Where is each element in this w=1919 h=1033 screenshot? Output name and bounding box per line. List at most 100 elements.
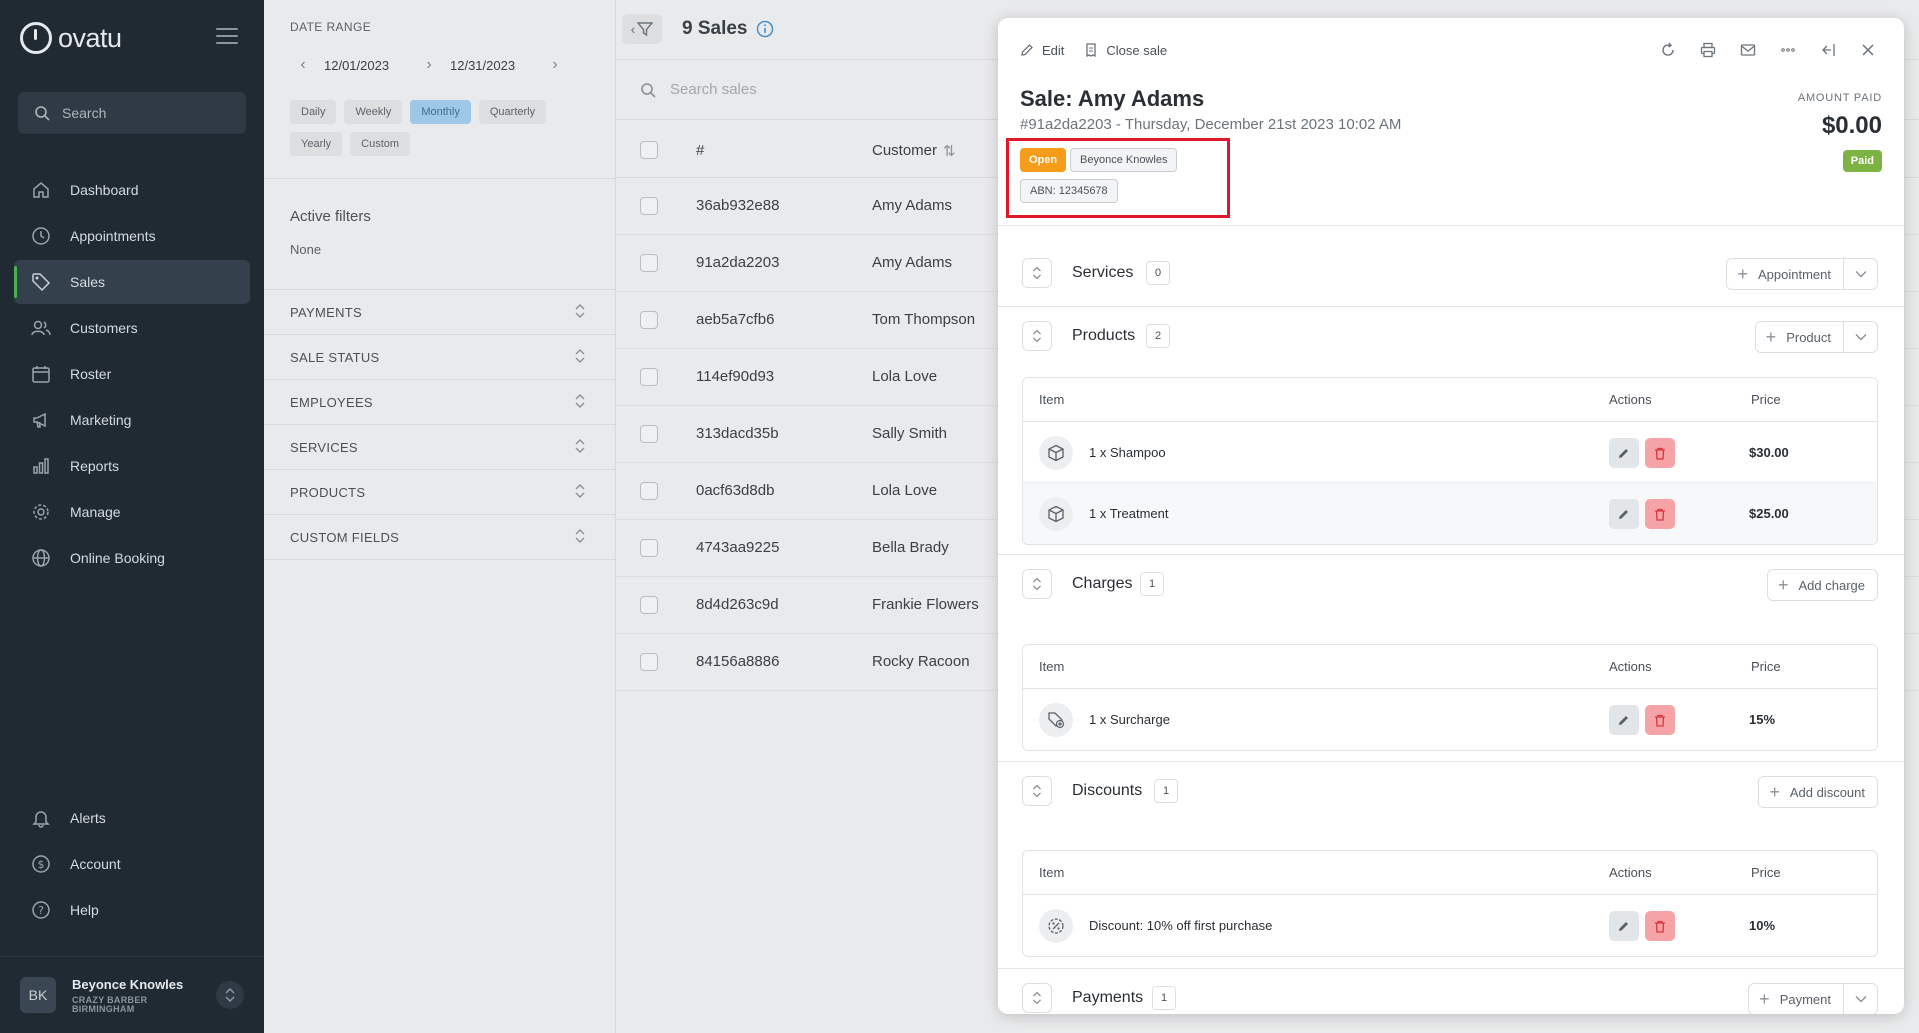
row-checkbox[interactable] [640,482,658,500]
delete-item-button[interactable] [1645,705,1675,735]
collapse-panel-icon[interactable] [1812,34,1844,66]
sidebar-item-dashboard[interactable]: Dashboard [14,168,250,212]
date-separator-icon: › [426,56,432,73]
filter-icon [637,22,654,37]
user-switch-button[interactable] [216,981,244,1009]
sale-id: 84156a8886 [696,653,780,670]
period-daily-button[interactable]: Daily [290,100,337,124]
sidebar-item-roster[interactable]: Roster [14,352,250,396]
end-date-field[interactable]: 12/31/2023 [442,58,542,73]
column-customer[interactable]: Customer ⇅ [872,142,956,160]
sidebar-item-online-booking[interactable]: Online Booking [14,536,250,580]
sidebar-item-sales[interactable]: Sales [14,260,250,304]
chevron-up-down-icon [1033,577,1041,591]
period-weekly-button[interactable]: Weekly [344,100,403,124]
period-quarterly-button[interactable]: Quarterly [478,100,547,124]
status-tag-open[interactable]: Open [1020,148,1067,172]
delete-item-button[interactable] [1645,438,1675,468]
charges-section: Charges 1 + Add charge [998,555,1904,615]
add-appointment-button[interactable]: + Appointment [1726,258,1844,290]
payment-dropdown-button[interactable] [1844,983,1878,1014]
sidebar-item-marketing[interactable]: Marketing [14,398,250,442]
item-name: Discount: 10% off first purchase [1089,918,1273,933]
sidebar-item-label: Online Booking [70,550,165,566]
edit-item-button[interactable] [1609,499,1639,529]
sidebar-search-placeholder: Search [62,105,107,121]
info-icon[interactable] [756,20,774,38]
globe-icon [30,547,52,569]
select-all-checkbox[interactable] [640,141,658,159]
logo[interactable]: ovatu [20,20,122,56]
row-checkbox[interactable] [640,596,658,614]
pencil-icon [1619,510,1628,519]
filter-section-sale-status[interactable]: SALE STATUS [264,335,616,380]
sidebar-item-account[interactable]: $ Account [14,842,250,886]
sidebar-item-label: Sales [70,274,106,290]
page-title: 9 Sales [682,18,748,39]
table-row[interactable]: 1 x Surcharge 15% [1023,689,1877,750]
filter-section-products[interactable]: PRODUCTS [264,470,616,515]
period-custom-button[interactable]: Custom [350,132,411,156]
row-checkbox[interactable] [640,425,658,443]
sidebar-item-alerts[interactable]: Alerts [14,796,250,840]
row-checkbox[interactable] [640,368,658,386]
row-checkbox[interactable] [640,653,658,671]
next-period-icon[interactable]: › [542,56,568,74]
filter-toggle-button[interactable]: ‹ [622,14,662,44]
add-product-button[interactable]: + Product [1754,321,1844,353]
row-checkbox[interactable] [640,311,658,329]
close-icon[interactable] [1852,34,1884,66]
collapse-discounts-button[interactable] [1022,776,1052,806]
sidebar-item-customers[interactable]: Customers [14,306,250,350]
row-checkbox[interactable] [640,254,658,272]
drawer-actions [1652,34,1884,66]
edit-item-button[interactable] [1609,705,1639,735]
filter-section-services[interactable]: SERVICES [264,425,616,470]
edit-item-button[interactable] [1609,911,1639,941]
period-monthly-button[interactable]: Monthly [410,100,471,124]
delete-item-button[interactable] [1645,911,1675,941]
collapse-payments-button[interactable] [1022,983,1052,1013]
dollar-icon: $ [30,853,52,875]
prev-period-icon[interactable]: ‹ [290,56,316,74]
delete-item-button[interactable] [1645,499,1675,529]
close-sale-label: Close sale [1106,42,1168,58]
appointment-dropdown-button[interactable] [1844,258,1878,290]
collapse-products-button[interactable] [1022,321,1052,351]
add-discount-button[interactable]: + Add discount [1758,776,1878,808]
print-icon[interactable] [1692,34,1724,66]
user-block[interactable]: BK Beyonce Knowles CRAZY BARBER BIRMINGH… [0,956,264,1033]
add-charge-button[interactable]: + Add charge [1766,569,1878,601]
collapse-services-button[interactable] [1022,258,1052,288]
abn-tag[interactable]: ABN: 12345678 [1020,179,1118,203]
refresh-icon[interactable] [1652,34,1684,66]
more-icon[interactable] [1772,34,1804,66]
collapse-charges-button[interactable] [1022,569,1052,599]
chevron-down-icon [1855,271,1866,278]
sidebar-item-help[interactable]: ? Help [14,888,250,932]
row-checkbox[interactable] [640,539,658,557]
add-payment-button[interactable]: + Payment [1748,983,1844,1014]
sidebar-item-manage[interactable]: Manage [14,490,250,534]
search-icon [641,82,656,98]
filter-section-payments[interactable]: PAYMENTS [264,290,616,335]
filter-section-custom-fields[interactable]: CUSTOM FIELDS [264,515,616,560]
sidebar-item-appointments[interactable]: Appointments [14,214,250,258]
table-row[interactable]: Discount: 10% off first purchase 10% [1023,895,1877,956]
filter-section-employees[interactable]: EMPLOYEES [264,380,616,425]
table-row[interactable]: 1 x Treatment $25.00 [1023,483,1877,544]
start-date-field[interactable]: 12/01/2023 [316,58,416,73]
product-dropdown-button[interactable] [1844,321,1878,353]
sidebar-item-reports[interactable]: Reports [14,444,250,488]
period-yearly-button[interactable]: Yearly [290,132,343,156]
column-number[interactable]: # [696,142,704,159]
row-checkbox[interactable] [640,197,658,215]
table-row[interactable]: 1 x Shampoo $30.00 [1023,422,1877,483]
sidebar-search[interactable]: Search [18,92,246,134]
employee-tag[interactable]: Beyonce Knowles [1070,148,1178,172]
email-icon[interactable] [1732,34,1764,66]
edit-button[interactable]: Edit [1020,36,1064,64]
edit-item-button[interactable] [1609,438,1639,468]
close-sale-button[interactable]: Close sale [1084,36,1167,64]
menu-toggle-icon[interactable] [216,28,238,44]
